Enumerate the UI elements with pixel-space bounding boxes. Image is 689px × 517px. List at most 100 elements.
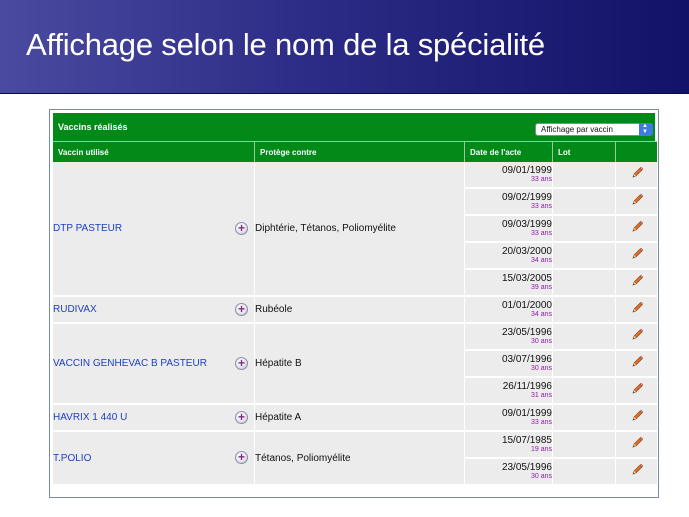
pencil-icon[interactable] bbox=[630, 436, 644, 450]
slide-title: Affichage selon le nom de la spécialité bbox=[26, 27, 545, 62]
pencil-icon[interactable] bbox=[630, 463, 644, 477]
table-row: RUDIVAX + Rubéole 01/01/2000 34 ans bbox=[53, 297, 657, 324]
edit-cell bbox=[616, 405, 657, 432]
vaccine-name-link[interactable]: DTP PASTEUR bbox=[53, 223, 122, 234]
display-mode-value: Affichage par vaccin bbox=[541, 125, 613, 134]
lot-cell bbox=[553, 351, 616, 378]
act-date-cell: 09/02/1999 33 ans bbox=[465, 189, 553, 216]
act-date-cell: 23/05/1996 30 ans bbox=[465, 324, 553, 351]
pencil-icon[interactable] bbox=[630, 274, 644, 288]
panel-title: Vaccins réalisés bbox=[58, 122, 128, 132]
act-age: 33 ans bbox=[530, 176, 552, 183]
act-age: 33 ans bbox=[530, 419, 552, 426]
protects-cell: Hépatite B bbox=[255, 324, 465, 405]
lot-cell bbox=[553, 378, 616, 405]
col-header-date: Date de l'acte bbox=[465, 141, 553, 162]
plus-circle-icon[interactable]: + bbox=[235, 451, 248, 464]
edit-cell bbox=[616, 189, 657, 216]
lot-cell bbox=[553, 216, 616, 243]
lot-cell bbox=[553, 405, 616, 432]
vaccine-name-cell: DTP PASTEUR + bbox=[53, 162, 255, 297]
edit-cell bbox=[616, 162, 657, 189]
lot-cell bbox=[553, 162, 616, 189]
act-date: 15/07/1985 bbox=[501, 435, 552, 446]
act-age: 34 ans bbox=[530, 257, 552, 264]
act-date-cell: 01/01/2000 34 ans bbox=[465, 297, 553, 324]
lot-cell bbox=[553, 297, 616, 324]
act-date-cell: 23/05/1996 30 ans bbox=[465, 459, 553, 486]
edit-cell bbox=[616, 459, 657, 486]
protects-cell: Hépatite A bbox=[255, 405, 465, 432]
act-date: 09/01/1999 bbox=[501, 408, 552, 419]
act-age: 30 ans bbox=[530, 338, 552, 345]
vaccine-name-link[interactable]: VACCIN GENHEVAC B PASTEUR bbox=[53, 358, 207, 369]
vaccine-name-cell: HAVRIX 1 440 U + bbox=[53, 405, 255, 432]
col-header-vaccine: Vaccin utilisé bbox=[53, 141, 255, 162]
act-age: 31 ans bbox=[530, 392, 552, 399]
act-date-cell: 09/01/1999 33 ans bbox=[465, 405, 553, 432]
edit-cell bbox=[616, 216, 657, 243]
pencil-icon[interactable] bbox=[630, 355, 644, 369]
col-header-protects: Protège contre bbox=[255, 141, 465, 162]
act-date: 23/05/1996 bbox=[501, 462, 552, 473]
vaccines-table: Vaccin utilisé Protège contre Date de l'… bbox=[53, 141, 657, 486]
edit-cell bbox=[616, 270, 657, 297]
protects-cell: Diphtérie, Tétanos, Poliomyélite bbox=[255, 162, 465, 297]
act-age: 33 ans bbox=[530, 230, 552, 237]
pencil-icon[interactable] bbox=[630, 166, 644, 180]
pencil-icon[interactable] bbox=[630, 247, 644, 261]
select-arrows-icon: ▲ ▼ bbox=[639, 123, 653, 136]
vaccines-panel: Vaccins réalisés Affichage par vaccin ▲ ▼… bbox=[49, 109, 659, 498]
vaccine-name-link[interactable]: RUDIVAX bbox=[53, 304, 97, 315]
act-date: 23/05/1996 bbox=[501, 327, 552, 338]
act-date: 03/07/1996 bbox=[501, 354, 552, 365]
vaccine-name-link[interactable]: T.POLIO bbox=[53, 453, 91, 464]
act-age: 19 ans bbox=[530, 446, 552, 453]
act-date-cell: 09/01/1999 33 ans bbox=[465, 162, 553, 189]
lot-cell bbox=[553, 270, 616, 297]
lot-cell bbox=[553, 189, 616, 216]
protects-cell: Rubéole bbox=[255, 297, 465, 324]
vaccine-name-cell: VACCIN GENHEVAC B PASTEUR + bbox=[53, 324, 255, 405]
plus-circle-icon[interactable]: + bbox=[235, 356, 248, 370]
act-date: 15/03/2005 bbox=[501, 273, 552, 284]
table-row: T.POLIO + Tétanos, Poliomyélite 15/07/1985 1… bbox=[53, 432, 657, 486]
vaccine-name-cell: RUDIVAX + bbox=[53, 297, 255, 324]
plus-circle-icon[interactable]: + bbox=[235, 302, 248, 316]
col-header-lot: Lot bbox=[553, 141, 616, 162]
pencil-icon[interactable] bbox=[630, 301, 644, 315]
slide-banner: Affichage selon le nom de la spécialité bbox=[0, 0, 689, 94]
edit-cell bbox=[616, 324, 657, 351]
lot-cell bbox=[553, 459, 616, 486]
pencil-icon[interactable] bbox=[630, 328, 644, 342]
table-row: DTP PASTEUR + Diphtérie, Tétanos, Poliomyé… bbox=[53, 162, 657, 297]
vaccine-name-cell: T.POLIO + bbox=[53, 432, 255, 486]
act-date: 26/11/1996 bbox=[502, 381, 552, 392]
edit-cell bbox=[616, 297, 657, 324]
edit-cell bbox=[616, 432, 657, 459]
edit-cell bbox=[616, 243, 657, 270]
table-row: VACCIN GENHEVAC B PASTEUR + Hépatite B 23/0… bbox=[53, 324, 657, 405]
pencil-icon[interactable] bbox=[630, 409, 644, 423]
act-age: 39 ans bbox=[530, 284, 552, 291]
pencil-icon[interactable] bbox=[630, 193, 644, 207]
act-date: 09/01/1999 bbox=[501, 165, 552, 176]
table-row: HAVRIX 1 440 U + Hépatite A 09/01/1999 33 an… bbox=[53, 405, 657, 432]
pencil-icon[interactable] bbox=[630, 382, 644, 396]
plus-circle-icon[interactable]: + bbox=[235, 410, 248, 424]
act-date-cell: 03/07/1996 30 ans bbox=[465, 351, 553, 378]
act-age: 30 ans bbox=[530, 473, 552, 480]
pencil-icon[interactable] bbox=[630, 220, 644, 234]
lot-cell bbox=[553, 324, 616, 351]
protects-cell: Tétanos, Poliomyélite bbox=[255, 432, 465, 486]
act-date-cell: 20/03/2000 34 ans bbox=[465, 243, 553, 270]
display-mode-select[interactable]: Affichage par vaccin ▲ ▼ bbox=[535, 123, 653, 136]
act-date: 01/01/2000 bbox=[501, 300, 552, 311]
vaccine-name-link[interactable]: HAVRIX 1 440 U bbox=[53, 412, 127, 423]
plus-circle-icon[interactable]: + bbox=[235, 221, 248, 235]
act-date-cell: 15/03/2005 39 ans bbox=[465, 270, 553, 297]
act-date: 09/03/1999 bbox=[501, 219, 552, 230]
act-date-cell: 09/03/1999 33 ans bbox=[465, 216, 553, 243]
act-date: 20/03/2000 bbox=[501, 246, 552, 257]
act-age: 34 ans bbox=[530, 311, 552, 318]
